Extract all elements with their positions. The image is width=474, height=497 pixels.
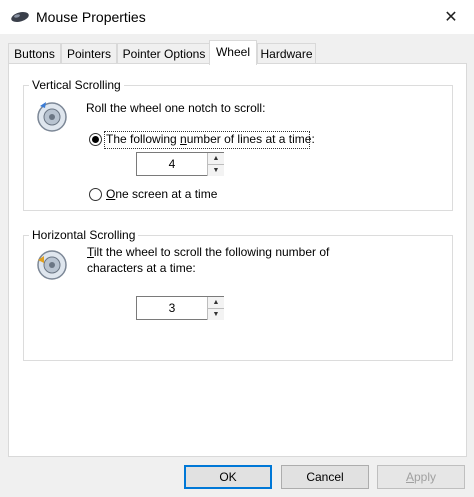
title-bar: Mouse Properties ✕: [0, 0, 474, 34]
up-arrow-icon: ▲: [212, 299, 220, 306]
close-icon: ✕: [444, 9, 458, 26]
mouse-icon: [11, 12, 29, 22]
tab-buttons[interactable]: Buttons: [8, 43, 61, 64]
vertical-prompt: Roll the wheel one notch to scroll:: [86, 101, 266, 115]
up-arrow-icon: ▲: [212, 155, 220, 162]
tab-pointers[interactable]: Pointers: [61, 43, 117, 64]
window-title: Mouse Properties: [36, 9, 146, 25]
wheel-tab-panel: Vertical Scrolling Roll the wheel one no…: [8, 63, 467, 457]
horizontal-prompt-line1: Tilt the wheel to scroll the following n…: [87, 245, 330, 259]
apply-button[interactable]: Apply: [377, 465, 465, 489]
cancel-button[interactable]: Cancel: [281, 465, 369, 489]
close-button[interactable]: ✕: [428, 0, 474, 34]
screen-option-label[interactable]: One screen at a time: [106, 187, 217, 201]
scroll-wheel-icon: [37, 102, 67, 132]
lines-radio[interactable]: [89, 133, 102, 146]
chars-value[interactable]: 3: [137, 297, 207, 319]
lines-option-label[interactable]: The following number of lines at a time:: [106, 132, 315, 146]
spin-down-button[interactable]: ▼: [207, 164, 224, 176]
horizontal-prompt-line2: characters at a time:: [87, 261, 196, 275]
lines-spinner[interactable]: 4 ▲ ▼: [136, 152, 224, 176]
spin-up-button[interactable]: ▲: [207, 297, 224, 308]
screen-radio[interactable]: [89, 188, 102, 201]
tab-wheel[interactable]: Wheel: [209, 40, 257, 65]
down-arrow-icon: ▼: [212, 311, 220, 318]
ok-button[interactable]: OK: [184, 465, 272, 489]
tab-pointer-options[interactable]: Pointer Options: [117, 43, 211, 64]
chars-spinner[interactable]: 3 ▲ ▼: [136, 296, 224, 320]
spin-down-button[interactable]: ▼: [207, 308, 224, 320]
lines-value[interactable]: 4: [137, 153, 207, 175]
down-arrow-icon: ▼: [212, 167, 220, 174]
vertical-scrolling-label: Vertical Scrolling: [29, 78, 124, 92]
horizontal-scrolling-label: Horizontal Scrolling: [29, 228, 139, 242]
scroll-wheel-icon: [37, 250, 67, 280]
spin-up-button[interactable]: ▲: [207, 153, 224, 164]
tab-hardware[interactable]: Hardware: [257, 43, 316, 64]
